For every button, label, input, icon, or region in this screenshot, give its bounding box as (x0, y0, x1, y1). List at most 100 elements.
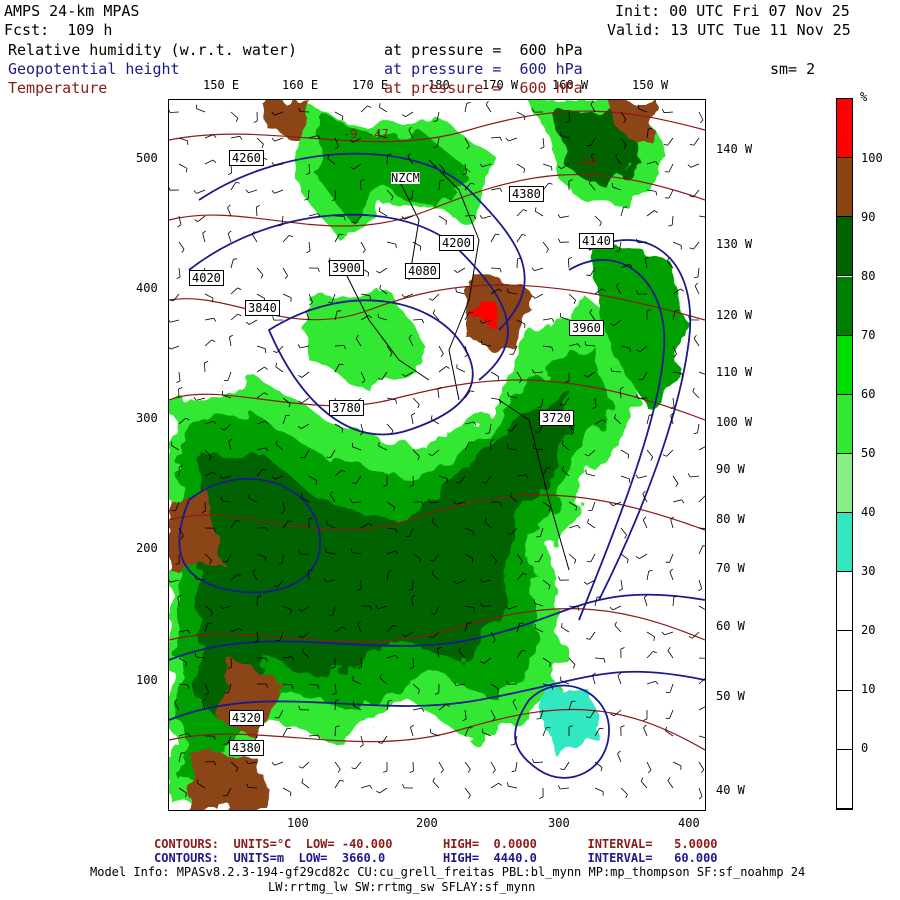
colorbar-label: 10 (861, 682, 876, 696)
wind-barb-flag (440, 769, 444, 774)
wind-barb (169, 111, 180, 113)
wind-barb (690, 163, 700, 168)
wind-barb-flag (625, 794, 628, 799)
wind-barb (412, 319, 423, 321)
rh-region (299, 290, 429, 390)
wind-barb-flag (574, 559, 577, 564)
wind-barb (178, 137, 188, 142)
wind-barb-flag (194, 219, 199, 222)
wind-barb (508, 137, 518, 142)
forecast-hour: Fcst: 109 h (4, 21, 113, 39)
wind-barb (412, 397, 420, 405)
wind-barb-flag (233, 258, 238, 260)
wind-barb (301, 397, 310, 404)
wind-barb-flag (432, 777, 436, 782)
wind-barb-flag (497, 376, 500, 381)
wind-barb-flag (467, 768, 471, 773)
wind-barb-flag (271, 762, 275, 766)
wind-barb (351, 501, 362, 503)
wind-barb-flag (213, 317, 217, 322)
wind-barb-flag (655, 680, 659, 685)
wind-barb-flag (239, 136, 243, 140)
top-lon-label: 150 W (632, 78, 669, 92)
wind-barb (667, 650, 674, 659)
wind-barb-flag (609, 606, 614, 611)
wind-barb (354, 761, 362, 770)
wind-barb-flag (235, 182, 240, 184)
wind-barb (256, 267, 264, 276)
wind-barb (274, 761, 284, 766)
wind-barb (646, 189, 656, 192)
wind-barb (646, 210, 655, 217)
valid-time: Valid: 13 UTC Tue 11 Nov 25 (607, 21, 851, 39)
wind-barb-flag (548, 182, 553, 185)
wind-barb (282, 727, 288, 737)
wind-barb-flag (662, 454, 667, 457)
height-label: 3720 (539, 410, 574, 426)
wind-barb-flag (681, 499, 685, 504)
wind-barb-flag (395, 399, 397, 404)
wind-barb (360, 241, 366, 251)
x-tick-label: 300 (548, 816, 570, 830)
wind-barb-flag (585, 638, 590, 640)
wind-barb-flag (275, 362, 278, 367)
wind-barb (464, 103, 468, 113)
wind-barb-flag (499, 187, 503, 192)
wind-barb-flag (603, 658, 606, 663)
rh-region (189, 750, 269, 810)
wind-barb-flag (470, 390, 475, 393)
wind-barb-flag (650, 456, 654, 461)
wind-barb-flag (264, 366, 269, 370)
wind-barb-flag (430, 415, 433, 420)
wind-barb-flag (586, 274, 591, 277)
wind-barb-flag (577, 524, 581, 529)
wind-barb-flag (652, 651, 657, 654)
model-info: Model Info: MPASv8.2.3-194-gf29cd82c CU:… (90, 865, 806, 879)
top-lon-label: 150 E (203, 78, 240, 92)
wind-barb-flag (211, 339, 216, 343)
wind-barb (640, 780, 648, 789)
wind-barb (256, 293, 265, 299)
wind-barb-flag (445, 220, 447, 225)
wind-barb-flag (618, 588, 623, 592)
wind-barb (669, 553, 674, 563)
height-label: 4380 (509, 186, 544, 202)
wind-barb (698, 579, 703, 589)
wind-barb (196, 189, 206, 194)
wind-barb (666, 449, 674, 457)
wind-barb-flag (546, 248, 549, 253)
wind-barb (646, 415, 650, 425)
wind-barb-flag (653, 636, 655, 641)
wind-barb-flag (583, 581, 588, 585)
y-tick-label: 200 (136, 541, 158, 555)
wind-barb-flag (599, 727, 604, 730)
wind-barb-flag (614, 621, 617, 626)
wind-barb (227, 207, 232, 217)
wind-barb (334, 700, 336, 711)
wind-barb (669, 709, 674, 719)
wind-barb-flag (337, 768, 341, 773)
colorbar-label: 0 (861, 741, 869, 755)
wind-barb-flag (402, 784, 405, 789)
right-lon-label: 70 W (716, 561, 745, 575)
wind-barb-flag (558, 238, 561, 243)
right-lon-label: 60 W (716, 619, 745, 633)
wind-barb-flag (642, 516, 647, 521)
wind-barb (617, 675, 622, 685)
wind-barb-flag (661, 108, 665, 113)
wind-barb (204, 761, 215, 763)
wind-barb (379, 106, 388, 113)
wind-barb (698, 215, 705, 218)
colorbar-label: 50 (861, 446, 876, 460)
height-label: 3840 (245, 300, 280, 316)
wind-barb (590, 553, 596, 563)
wind-barb (464, 215, 475, 217)
wind-barb (227, 233, 232, 243)
wind-barb (204, 362, 206, 373)
wind-barb (386, 423, 394, 431)
wind-barb-flag (235, 117, 239, 122)
x-tick-label: 400 (678, 816, 700, 830)
wind-barb (589, 631, 596, 640)
wind-barb (697, 267, 700, 277)
colorbar-segment (837, 513, 852, 573)
